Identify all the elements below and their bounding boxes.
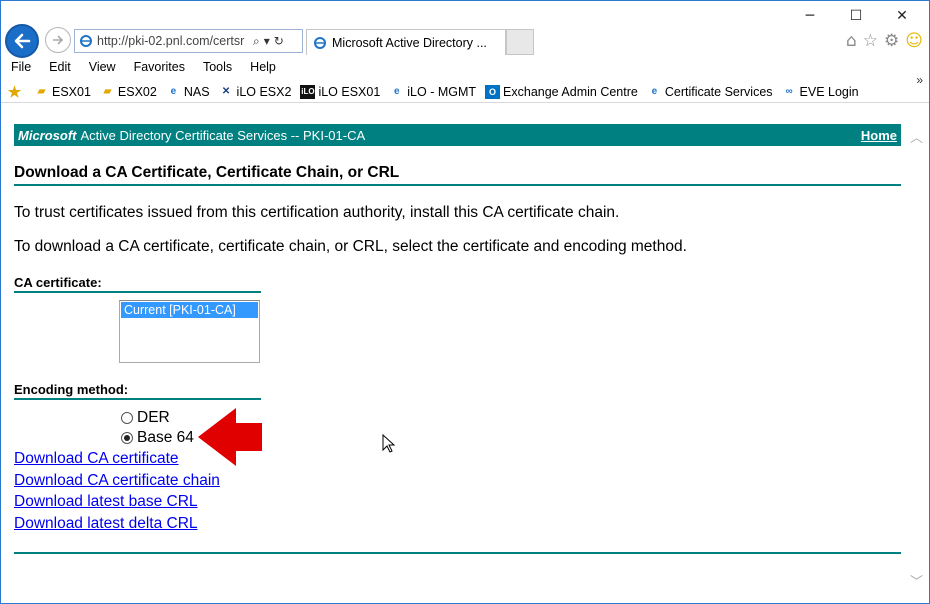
download-base-crl-link[interactable]: Download latest base CRL [14, 491, 901, 513]
ilo-icon: iLO [300, 84, 316, 99]
menu-tools[interactable]: Tools [194, 59, 241, 79]
home-icon[interactable]: ⌂ [846, 31, 857, 51]
radio-der[interactable] [121, 412, 133, 424]
menu-favorites[interactable]: Favorites [125, 59, 194, 79]
radio-der-label: DER [137, 409, 170, 426]
arrow-right-icon [53, 35, 64, 45]
address-url[interactable]: http://pki-02.pnl.com/certsr [97, 34, 247, 48]
favorite-eve-login[interactable]: ∞ EVE Login [782, 85, 858, 99]
favorite-nas[interactable]: e NAS [166, 85, 210, 99]
smiley-icon[interactable]: ☺ [905, 31, 923, 51]
radio-base64[interactable] [121, 432, 133, 444]
ie-page-icon [80, 35, 92, 47]
radio-base64-label: Base 64 [137, 429, 194, 446]
footer-divider [14, 552, 901, 554]
forward-button[interactable] [45, 27, 71, 53]
page-content: Microsoft Active Directory Certificate S… [14, 124, 901, 554]
address-bar[interactable]: http://pki-02.pnl.com/certsr ⌕ ▾ ↻ [74, 29, 303, 53]
download-delta-crl-link[interactable]: Download latest delta CRL [14, 513, 901, 535]
ca-certificate-label: CA certificate: [14, 275, 261, 293]
download-ca-certificate-link[interactable]: Download CA certificate [14, 448, 901, 470]
favorites-star-icon[interactable]: ★ [7, 84, 25, 101]
star-icon[interactable]: ☆ [863, 31, 878, 51]
chevron-down-icon[interactable]: ▾ [264, 34, 270, 49]
encoding-method-label: Encoding method: [14, 382, 261, 400]
banner-brand: Microsoft [18, 127, 77, 143]
ca-certificate-listbox[interactable]: Current [PKI-01-CA] [119, 300, 260, 363]
arrow-left-icon [14, 33, 31, 49]
favorite-esx01[interactable]: ▰ ESX01 [34, 85, 91, 99]
ie-page-icon: e [394, 86, 400, 97]
favorite-ilo-mgmt[interactable]: e iLO - MGMT [389, 85, 476, 99]
ie-page-icon [314, 36, 326, 49]
favorite-esx02[interactable]: ▰ ESX02 [100, 85, 157, 99]
menu-file[interactable]: File [1, 59, 40, 79]
search-icon[interactable]: ⌕ [253, 34, 260, 49]
favorite-certificate-services[interactable]: e Certificate Services [647, 85, 773, 99]
menu-bar: File Edit View Favorites Tools Help [1, 59, 929, 79]
download-links: Download CA certificate Download CA cert… [14, 448, 901, 534]
menu-help[interactable]: Help [241, 59, 285, 79]
navigation-bar: http://pki-02.pnl.com/certsr ⌕ ▾ ↻ Micro… [1, 23, 929, 59]
favorite-ilo-esx2[interactable]: ✕ iLO ESX2 [219, 85, 292, 99]
red-arrow-annotation [198, 408, 262, 466]
intro-paragraph-1: To trust certificates issued from this c… [14, 204, 620, 221]
scroll-up-icon[interactable]: ︿ [910, 127, 923, 146]
browser-window: ─ ☐ ✕ http://pki-02.pnl.com/certsr ⌕ ▾ ↻… [0, 0, 930, 604]
intro-paragraph-2: To download a CA certificate, certificat… [14, 238, 687, 255]
tab-title: Microsoft Active Directory ... [332, 35, 487, 50]
download-ca-chain-link[interactable]: Download CA certificate chain [14, 470, 901, 492]
scroll-down-icon[interactable]: ﹀ [910, 571, 923, 590]
tab-active[interactable]: Microsoft Active Directory ... [306, 29, 506, 55]
eve-icon: ∞ [785, 86, 793, 97]
favorite-exchange-admin[interactable]: O Exchange Admin Centre [485, 84, 638, 99]
ie-page-icon: e [651, 86, 658, 97]
key-icon: ▰ [103, 86, 112, 97]
ie-page-icon: e [170, 86, 177, 97]
key-icon: ▰ [37, 86, 46, 97]
favorite-ilo-esx01[interactable]: iLO iLO ESX01 [300, 84, 380, 99]
back-button[interactable] [5, 24, 39, 58]
mouse-cursor-icon [382, 434, 395, 453]
menu-view[interactable]: View [80, 59, 125, 79]
outlook-icon: O [485, 84, 501, 99]
favorites-bar: ★ ▰ ESX01 ▰ ESX02 e NAS ✕ iLO ESX2 iLO iLO ES… [1, 81, 929, 103]
new-tab-button[interactable] [506, 29, 534, 55]
server-icon: ✕ [221, 86, 231, 97]
page-title: Download a CA Certificate, Certificate C… [14, 164, 901, 186]
ca-certificate-option[interactable]: Current [PKI-01-CA] [121, 302, 258, 318]
refresh-icon[interactable]: ↻ [274, 34, 284, 49]
menu-edit[interactable]: Edit [40, 59, 80, 79]
banner-title: Active Directory Certificate Services --… [80, 127, 366, 143]
toolbar-icons: ⌂ ☆ ⚙ ☺ [846, 31, 923, 51]
home-link[interactable]: Home [861, 128, 897, 143]
gear-icon[interactable]: ⚙ [884, 31, 899, 51]
page-banner: Microsoft Active Directory Certificate S… [14, 124, 901, 146]
